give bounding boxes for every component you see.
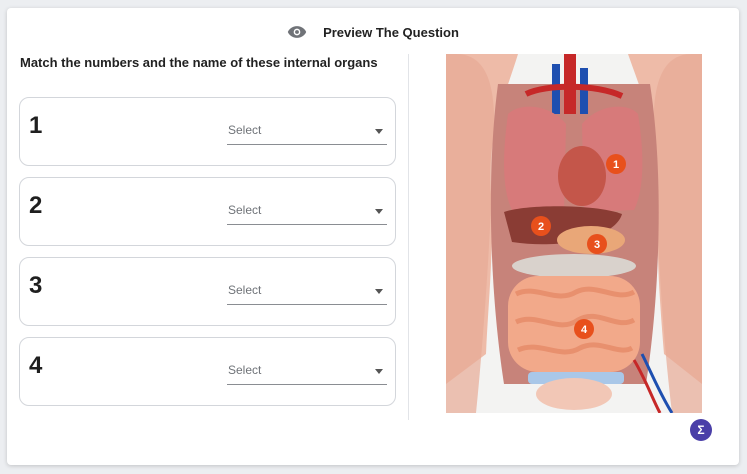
marker-1: 1 [606, 154, 626, 174]
marker-label: 2 [538, 221, 544, 233]
caret-down-icon [375, 369, 383, 374]
sigma-icon[interactable]: Σ [690, 419, 712, 441]
caret-down-icon [375, 129, 383, 134]
match-rows: 1 Select 2 Select 3 Select 4 Select [19, 97, 396, 417]
match-row-1: 1 Select [19, 97, 396, 166]
eye-icon [287, 26, 307, 38]
marker-2: 2 [531, 216, 551, 236]
organ-select-1[interactable]: Select [227, 120, 387, 145]
marker-3: 3 [587, 234, 607, 254]
organ-illustration: 1 2 3 4 [446, 54, 702, 413]
column-divider [408, 54, 409, 420]
organ-select-2[interactable]: Select [227, 200, 387, 225]
preview-card: Preview The Question Match the numbers a… [7, 8, 739, 465]
row-number: 3 [29, 272, 43, 299]
question-prompt: Match the numbers and the name of these … [20, 55, 378, 70]
select-placeholder: Select [228, 363, 262, 377]
match-row-2: 2 Select [19, 177, 396, 246]
preview-title: Preview The Question [323, 24, 459, 40]
caret-down-icon [375, 289, 383, 294]
match-row-4: 4 Select [19, 337, 396, 406]
select-placeholder: Select [228, 123, 262, 137]
select-placeholder: Select [228, 283, 262, 297]
organ-model-image: 1 2 3 4 [446, 54, 702, 413]
organ-select-4[interactable]: Select [227, 360, 387, 385]
marker-label: 1 [613, 159, 619, 171]
row-number: 4 [29, 352, 43, 379]
select-placeholder: Select [228, 203, 262, 217]
marker-label: 4 [581, 324, 588, 336]
preview-header: Preview The Question [7, 22, 739, 42]
row-number: 1 [29, 112, 43, 139]
marker-label: 3 [594, 239, 600, 251]
caret-down-icon [375, 209, 383, 214]
organ-select-3[interactable]: Select [227, 280, 387, 305]
row-number: 2 [29, 192, 43, 219]
marker-4: 4 [574, 319, 594, 339]
match-row-3: 3 Select [19, 257, 396, 326]
